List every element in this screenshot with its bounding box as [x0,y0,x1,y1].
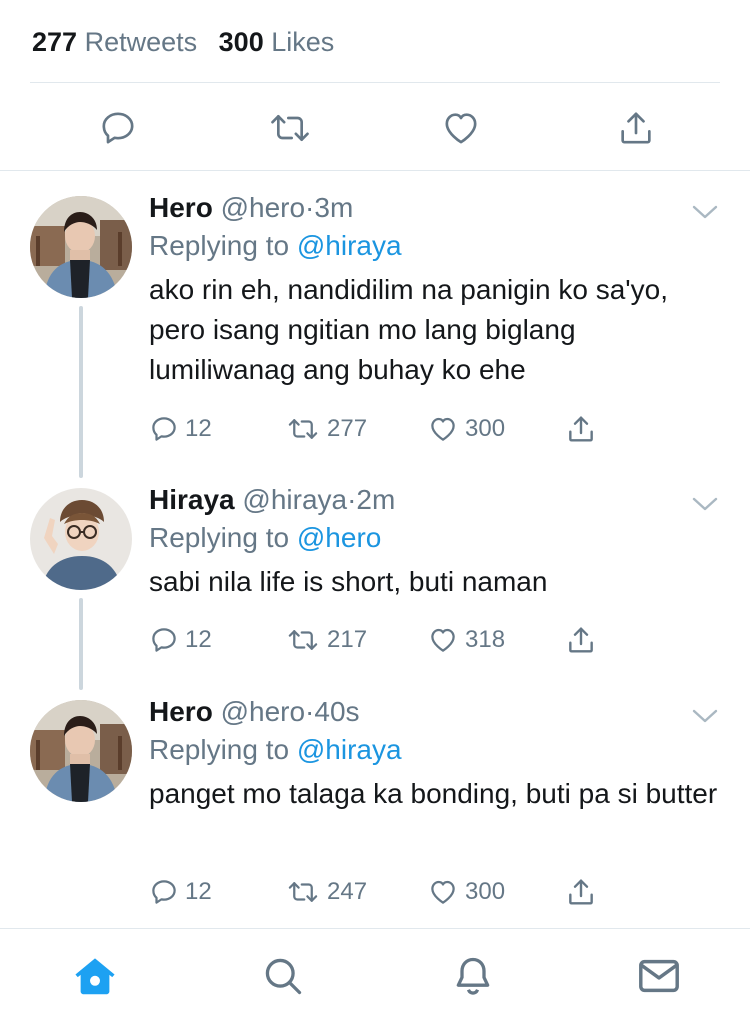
reply-icon [152,417,176,441]
timestamp[interactable]: 3m [314,192,353,223]
tweet-stats: 277 Retweets 300 Likes [32,22,334,62]
main-action-bar [0,100,750,156]
like-count: 300 [465,415,506,442]
likes-count[interactable]: 300 [219,27,264,57]
retweet-icon [288,419,318,439]
actions-divider [0,170,750,171]
avatar[interactable] [30,700,132,802]
share-icon [569,416,593,442]
reply-button[interactable] [90,100,146,156]
mention-link[interactable]: @hiraya [297,230,402,261]
search-icon [265,958,302,995]
retweet-button[interactable] [262,100,318,156]
retweet-button[interactable]: 247 [285,872,367,912]
retweet-count: 247 [327,878,368,905]
notifications-icon [456,957,490,995]
author-name[interactable]: Hiraya [149,484,235,515]
retweets-label[interactable]: Retweets [85,27,198,57]
separator: · [305,696,315,727]
share-button[interactable] [565,409,597,449]
tweet-action-bar: 12 217 318 [149,620,609,660]
share-button[interactable] [565,620,597,660]
like-count: 300 [465,878,506,905]
author-name[interactable]: Hero [149,192,213,223]
like-count: 318 [465,626,506,653]
reply-icon [152,628,176,652]
reply-tweet[interactable]: Hiraya @hiraya·2m Replying to @hero sabi… [0,482,750,682]
likes-label[interactable]: Likes [271,27,334,57]
tweet-text: sabi nila life is short, buti naman [149,566,548,597]
retweet-icon [271,115,309,141]
reply-button[interactable]: 12 [149,872,212,912]
reply-count: 12 [185,878,212,905]
replying-to: Replying to @hiraya [149,734,402,765]
like-icon [431,417,455,441]
chevron-down-icon[interactable] [690,706,720,726]
mention-link[interactable]: @hero [297,522,381,553]
separator: · [305,192,315,223]
mention-link[interactable]: @hiraya [297,734,402,765]
reply-count: 12 [185,415,212,442]
timestamp[interactable]: 40s [314,696,359,727]
like-icon [431,628,455,652]
chevron-down-icon[interactable] [690,202,720,222]
reply-tweet[interactable]: Hero @hero·40s Replying to @hiraya pange… [0,694,750,924]
author-handle[interactable]: @hiraya [242,484,347,515]
replying-to: Replying to @hiraya [149,230,402,261]
home-icon [75,958,115,995]
reply-icon [102,112,134,144]
like-icon [431,880,455,904]
retweet-icon [288,882,318,902]
share-button[interactable] [565,872,597,912]
nav-messages[interactable] [634,951,684,1001]
share-icon [569,879,593,905]
avatar[interactable] [30,488,132,590]
share-button[interactable] [608,100,664,156]
like-button[interactable]: 300 [427,872,505,912]
reply-tweet[interactable]: Hero @hero·3m Replying to @hiraya ako ri… [0,190,750,480]
retweet-icon [288,630,318,650]
retweets-count[interactable]: 277 [32,27,77,57]
stats-divider [30,82,720,83]
tweet-text: ako rin eh, nandidilim na panigin ko sa'… [149,274,668,385]
bottom-nav [0,928,750,1025]
chevron-down-icon[interactable] [690,494,720,514]
reply-icon [152,880,176,904]
nav-notifications[interactable] [448,951,498,1001]
retweet-count: 217 [327,626,368,653]
reply-button[interactable]: 12 [149,409,212,449]
like-button[interactable]: 318 [427,620,505,660]
reply-button[interactable]: 12 [149,620,212,660]
retweet-button[interactable]: 277 [285,409,367,449]
messages-icon [639,959,679,993]
like-button[interactable]: 300 [427,409,505,449]
like-icon [445,113,477,144]
author-handle[interactable]: @hero [221,192,305,223]
tweet-action-bar: 12 247 300 [149,872,609,912]
like-button[interactable] [433,100,489,156]
author-handle[interactable]: @hero [221,696,305,727]
replying-to: Replying to @hero [149,522,382,553]
nav-search[interactable] [258,951,308,1001]
tweet-text: panget mo talaga ka bonding, buti pa si … [149,778,718,809]
timestamp[interactable]: 2m [356,484,395,515]
retweet-button[interactable]: 217 [285,620,367,660]
nav-home[interactable] [70,951,120,1001]
author-name[interactable]: Hero [149,696,213,727]
avatar[interactable] [30,196,132,298]
tweet-action-bar: 12 277 300 [149,409,609,449]
share-icon [621,112,651,144]
share-icon [569,627,593,653]
reply-count: 12 [185,626,212,653]
retweet-count: 277 [327,415,368,442]
